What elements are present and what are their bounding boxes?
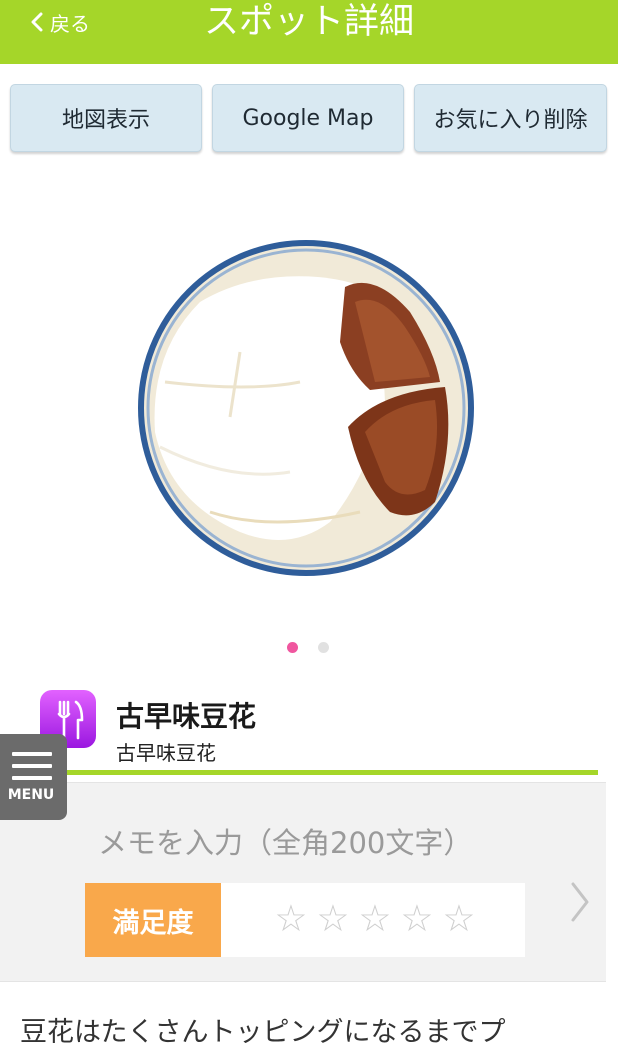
star-4[interactable]: ☆ [396,897,438,940]
chevron-right-icon[interactable] [568,880,592,924]
spot-photo[interactable] [130,232,482,584]
remove-favorite-button[interactable]: お気に入り削除 [414,84,607,152]
spot-subname: 古早味豆花 [116,741,216,765]
spot-name: 古早味豆花 [116,700,257,733]
carousel-dot-1[interactable] [287,642,298,653]
hamburger-icon [12,752,52,788]
memo-input[interactable]: メモを入力（全角200文字） [98,820,472,862]
tofu-pudding-bowl-image [138,240,474,576]
app-header: 戻る スポット詳細 [0,0,618,64]
star-5[interactable]: ☆ [438,897,480,940]
section-divider [62,770,598,775]
menu-label: MENU [7,787,55,803]
map-view-button[interactable]: 地図表示 [10,84,202,152]
google-map-button[interactable]: Google Map [212,84,404,152]
menu-button[interactable]: MENU [0,734,67,820]
rating-label: 満足度 [85,883,221,957]
rating-stars[interactable]: ☆ ☆ ☆ ☆ ☆ [270,897,480,940]
star-3[interactable]: ☆ [354,897,396,940]
spot-description: 豆花はたくさんトッピングになるまでプ [20,1017,506,1048]
carousel-dot-2[interactable] [318,642,329,653]
carousel-indicator [287,642,349,653]
star-1[interactable]: ☆ [270,897,312,940]
star-2[interactable]: ☆ [312,897,354,940]
page-title: スポット詳細 [203,2,414,42]
